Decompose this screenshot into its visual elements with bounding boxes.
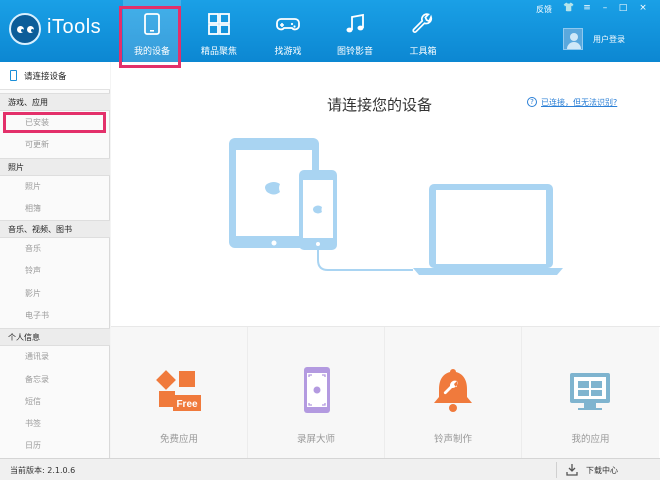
section-title: 个人信息 xyxy=(8,333,40,342)
phone-icon xyxy=(10,70,17,81)
sidebar-section-media: 音乐、视频、图书 xyxy=(0,220,110,238)
sidebar-item-albums[interactable]: 相簿 xyxy=(0,198,110,220)
wrench-icon xyxy=(412,13,433,33)
tile-screen-recorder[interactable]: 录屏大师 xyxy=(248,327,385,458)
minimize-button[interactable]: – xyxy=(598,2,612,14)
avatar[interactable] xyxy=(563,28,583,50)
sidebar-item-label: 电子书 xyxy=(25,311,49,320)
tile-label: 免费应用 xyxy=(159,434,198,445)
grid-icon xyxy=(208,13,230,35)
nav-label: 找游戏 xyxy=(274,47,302,57)
sidebar-section-photos: 照片 xyxy=(0,158,110,176)
nav-label: 图铃影音 xyxy=(336,47,373,57)
sidebar: 请连接设备 游戏、应用 已安装 可更新 照片 照片 相簿 音乐、视频、图书 音乐… xyxy=(0,62,110,458)
tile-label: 铃声制作 xyxy=(433,434,472,445)
sidebar-item-label: 备忘录 xyxy=(25,375,49,384)
gamepad-icon xyxy=(276,18,300,31)
sidebar-section-apps: 游戏、应用 xyxy=(0,93,110,111)
section-title: 照片 xyxy=(8,163,24,172)
sidebar-item-updatable[interactable]: 可更新 xyxy=(0,134,110,156)
nav-label: 我的设备 xyxy=(133,47,170,57)
sidebar-item-notes[interactable]: 备忘录 xyxy=(0,369,110,391)
nav-my-device[interactable]: 我的设备 xyxy=(123,0,181,62)
sidebar-item-photos[interactable]: 照片 xyxy=(0,176,110,198)
sidebar-item-label: 书签 xyxy=(25,419,41,428)
sidebar-item-music[interactable]: 音乐 xyxy=(0,238,110,260)
section-title: 游戏、应用 xyxy=(8,98,48,107)
menu-icon[interactable]: ≡ xyxy=(580,2,594,14)
nav-ringtones-media[interactable]: 图铃影音 xyxy=(326,0,384,62)
screen-record-icon xyxy=(304,367,330,413)
nav-featured-apps[interactable]: 精品聚焦 xyxy=(190,0,248,62)
sidebar-item-label: 铃声 xyxy=(25,266,41,275)
nav-toolbox[interactable]: 工具箱 xyxy=(394,0,452,62)
sidebar-item-ebooks[interactable]: 电子书 xyxy=(0,305,110,327)
divider xyxy=(556,462,557,478)
sidebar-item-label: 已安装 xyxy=(25,118,49,127)
sidebar-item-label: 日历 xyxy=(25,441,41,450)
maximize-button[interactable]: □ xyxy=(616,2,630,14)
sidebar-item-bookmarks[interactable]: 书签 xyxy=(0,413,110,435)
tablet-icon xyxy=(144,13,160,35)
section-title: 音乐、视频、图书 xyxy=(8,225,72,234)
nav-label: 精品聚焦 xyxy=(200,47,237,57)
sidebar-item-label: 音乐 xyxy=(25,244,41,253)
sidebar-device-status[interactable]: 请连接设备 xyxy=(0,62,110,90)
top-bar: iTools 我的设备 精品聚焦 找游戏 图铃影音 工具箱 反馈 👕 ≡ – □… xyxy=(0,0,660,62)
tile-free-apps[interactable]: Free 免费应用 xyxy=(111,327,248,458)
nav-find-games[interactable]: 找游戏 xyxy=(259,0,317,62)
sidebar-item-movies[interactable]: 影片 xyxy=(0,283,110,305)
help-link[interactable]: 已连接，但无法识别? xyxy=(541,97,617,108)
tile-label: 录屏大师 xyxy=(296,434,335,445)
sidebar-item-calendar[interactable]: 日历 xyxy=(0,435,110,457)
sidebar-section-personal: 个人信息 xyxy=(0,328,110,346)
download-icon[interactable] xyxy=(566,463,578,476)
nav-label: 工具箱 xyxy=(409,47,437,57)
sidebar-item-label: 可更新 xyxy=(25,140,49,149)
help-icon[interactable]: ? xyxy=(527,97,537,107)
close-button[interactable]: × xyxy=(636,2,650,14)
itools-logo-icon xyxy=(9,13,41,45)
sidebar-item-label: 相簿 xyxy=(25,204,41,213)
sidebar-item-ringtones[interactable]: 铃声 xyxy=(0,260,110,282)
my-apps-icon xyxy=(570,373,610,410)
sidebar-item-sms[interactable]: 短信 xyxy=(0,391,110,413)
download-center-link[interactable]: 下载中心 xyxy=(586,465,618,476)
version-text: 当前版本: 2.1.0.6 xyxy=(10,466,76,475)
sidebar-item-label: 照片 xyxy=(25,182,41,191)
main-panel: 请连接您的设备 ? 已连接，但无法识别? Free 免费应用 录屏大师 铃声制作… xyxy=(111,62,660,458)
page-title: 请连接您的设备 xyxy=(327,96,433,114)
feedback-link[interactable]: 反馈 xyxy=(536,4,552,15)
connect-device-illustration xyxy=(229,138,563,275)
free-apps-icon: Free xyxy=(156,370,201,411)
sidebar-item-label: 影片 xyxy=(25,289,41,298)
app-title: iTools xyxy=(47,16,102,38)
sidebar-item-contacts[interactable]: 通讯录 xyxy=(0,346,110,368)
sidebar-item-label: 短信 xyxy=(25,397,41,406)
login-link[interactable]: 用户登录 xyxy=(593,34,625,45)
music-note-icon xyxy=(346,13,364,33)
tile-my-apps[interactable]: 我的应用 xyxy=(522,327,659,458)
device-label: 请连接设备 xyxy=(24,72,67,82)
sidebar-item-installed[interactable]: 已安装 xyxy=(0,112,110,134)
bell-icon xyxy=(434,369,472,412)
skin-icon[interactable]: 👕 xyxy=(562,2,576,14)
tile-label: 我的应用 xyxy=(571,434,610,445)
status-bar: 当前版本: 2.1.0.6 下载中心 xyxy=(0,458,660,480)
sidebar-item-label: 通讯录 xyxy=(25,352,49,361)
tile-ringtone-maker[interactable]: 铃声制作 xyxy=(385,327,522,458)
free-badge-text: Free xyxy=(176,399,198,410)
